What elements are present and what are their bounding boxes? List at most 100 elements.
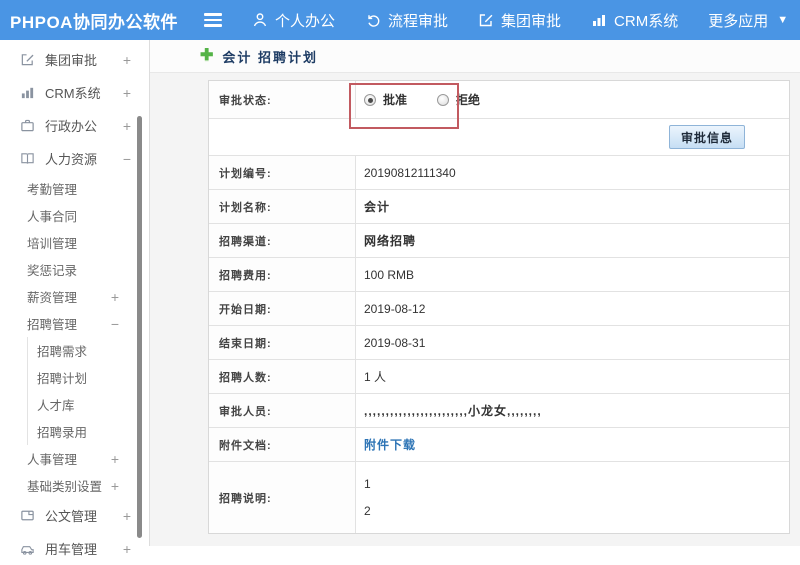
sidebar-item-hr-contract[interactable]: 人事合同: [0, 202, 149, 229]
field-value: ,,,,,,,,,,,,,,,,,,,,,,,,小龙女,,,,,,,,: [364, 404, 542, 418]
row-description: 招聘说明: 1 2: [209, 462, 789, 533]
app-title: PHPOA协同办公软件: [10, 12, 178, 32]
sidebar-item-label: 薪资管理: [27, 291, 78, 305]
sidebar-item-recruit-mgmt[interactable]: 招聘管理 −: [0, 310, 149, 337]
hamburger-menu-icon[interactable]: [200, 6, 226, 34]
sidebar-scrollbar-thumb[interactable]: [137, 116, 142, 538]
row-headcount: 招聘人数: 1 人: [209, 360, 789, 394]
sidebar-item-label: 人事管理: [27, 453, 78, 467]
field-label: 招聘人数:: [209, 360, 356, 393]
field-value: 100 RMB: [364, 267, 415, 282]
nav-label: 更多应用: [708, 12, 769, 30]
sidebar-item-base-category[interactable]: 基础类别设置 +: [0, 472, 149, 499]
sidebar-item-label: 公文管理: [45, 509, 98, 524]
field-label: 计划名称:: [209, 190, 356, 223]
page-title: 会计 招聘计划: [222, 49, 319, 65]
bar-chart-icon: [591, 12, 607, 28]
nav-crm-system[interactable]: CRM系统: [591, 10, 678, 31]
sidebar-item-label: 招聘计划: [37, 372, 88, 386]
description-line: 1: [364, 477, 371, 491]
field-label: 招聘渠道:: [209, 224, 356, 257]
collapse-icon: −: [110, 315, 119, 332]
top-nav: 个人办公 流程审批 集团审批 CRM系统 更多应用 ▼: [252, 10, 788, 31]
field-label: 招聘说明:: [209, 462, 356, 533]
field-value: 1 人: [364, 370, 387, 384]
person-icon: [252, 12, 268, 28]
sidebar-item-label: 人事合同: [27, 210, 78, 224]
approve-info-button[interactable]: 审批信息: [668, 125, 745, 149]
briefcase-icon: [20, 118, 37, 133]
sidebar-item-label: 基础类别设置: [27, 480, 103, 494]
row-approve-action: 审批信息: [209, 119, 789, 156]
field-label: 计划编号:: [209, 156, 356, 189]
main-content: ✚ 会计 招聘计划 审批状态: 批准 拒绝 审批信息 计划编号: 2019081…: [150, 40, 800, 546]
sidebar-item-vehicle[interactable]: 用车管理 +: [0, 532, 149, 565]
sidebar-item-recruit-plan[interactable]: 招聘计划: [28, 364, 149, 391]
expand-icon: +: [122, 84, 131, 101]
nav-group-approval[interactable]: 集团审批: [478, 10, 561, 31]
sidebar-item-label: CRM系统: [45, 86, 101, 101]
sidebar-item-training[interactable]: 培训管理: [0, 229, 149, 256]
field-value: 20190812111340: [364, 165, 456, 180]
row-recruit-channel: 招聘渠道: 网络招聘: [209, 224, 789, 258]
car-icon: [20, 541, 37, 556]
sidebar-item-salary[interactable]: 薪资管理 +: [0, 283, 149, 310]
sidebar-item-rewards[interactable]: 奖惩记录: [0, 256, 149, 283]
sidebar-item-label: 考勤管理: [27, 183, 78, 197]
book-icon: [20, 151, 37, 166]
sidebar-item-personnel-mgmt[interactable]: 人事管理 +: [0, 445, 149, 472]
field-value: 附件下载: [356, 428, 789, 461]
sidebar-item-label: 培训管理: [27, 237, 78, 251]
attachment-download-link[interactable]: 附件下载: [364, 436, 416, 453]
sidebar-item-label: 人才库: [37, 399, 75, 413]
expand-icon: +: [122, 507, 131, 524]
field-value: 1 2: [356, 462, 789, 533]
sidebar-item-label: 招聘管理: [27, 318, 78, 332]
row-end-date: 结束日期: 2019-08-31: [209, 326, 789, 360]
sidebar-item-hr[interactable]: 人力资源 −: [0, 142, 149, 175]
sidebar-item-crm[interactable]: CRM系统 +: [0, 76, 149, 109]
row-plan-name: 计划名称: 会计: [209, 190, 789, 224]
field-value: 网络招聘: [364, 234, 417, 248]
row-recruit-cost: 招聘费用: 100 RMB: [209, 258, 789, 292]
recruit-plan-form: 审批状态: 批准 拒绝 审批信息 计划编号: 20190812111340 计划…: [208, 80, 790, 534]
nav-personal-office[interactable]: 个人办公: [252, 10, 335, 31]
expand-icon: +: [122, 117, 131, 134]
nav-workflow-approval[interactable]: 流程审批: [365, 10, 448, 31]
sidebar-item-attendance[interactable]: 考勤管理: [0, 175, 149, 202]
field-label: 招聘费用:: [209, 258, 356, 291]
row-attachment: 附件文档: 附件下载: [209, 428, 789, 462]
nav-label: 个人办公: [275, 12, 336, 30]
field-value: 2019-08-12: [364, 301, 426, 316]
row-plan-number: 计划编号: 20190812111340: [209, 156, 789, 190]
field-label: 结束日期:: [209, 326, 356, 359]
bar-chart-icon: [20, 85, 37, 100]
sidebar-item-recruit-hiring[interactable]: 招聘录用: [28, 418, 149, 445]
sidebar-item-label: 奖惩记录: [27, 264, 78, 278]
collapse-icon: −: [122, 150, 131, 167]
row-approval-status: 审批状态: 批准 拒绝: [209, 81, 789, 119]
field-label: 附件文档:: [209, 428, 356, 461]
nav-label: 流程审批: [388, 12, 449, 30]
expand-icon: +: [110, 288, 119, 305]
sidebar-item-documents[interactable]: 公文管理 +: [0, 499, 149, 532]
sidebar-item-talent-pool[interactable]: 人才库: [28, 391, 149, 418]
radio-unselected-icon: [437, 93, 450, 106]
page-header: ✚ 会计 招聘计划: [150, 40, 800, 73]
document-icon: [20, 508, 37, 523]
caret-down-icon: ▼: [777, 14, 789, 26]
nav-label: 集团审批: [501, 12, 562, 30]
radio-label: 批准: [383, 93, 408, 107]
sidebar-item-admin-office[interactable]: 行政办公 +: [0, 109, 149, 142]
expand-icon: +: [110, 477, 119, 494]
sidebar-item-label: 集团审批: [45, 53, 98, 68]
expand-icon: +: [110, 450, 119, 467]
sidebar-item-group-approval[interactable]: 集团审批 +: [0, 43, 149, 76]
edit-icon: [20, 52, 37, 67]
nav-more-apps[interactable]: 更多应用 ▼: [708, 10, 788, 31]
radio-reject[interactable]: 拒绝: [437, 91, 480, 108]
expand-icon: +: [122, 51, 131, 68]
sidebar-item-recruit-demand[interactable]: 招聘需求: [28, 337, 149, 364]
radio-approve[interactable]: 批准: [364, 91, 407, 108]
row-start-date: 开始日期: 2019-08-12: [209, 292, 789, 326]
